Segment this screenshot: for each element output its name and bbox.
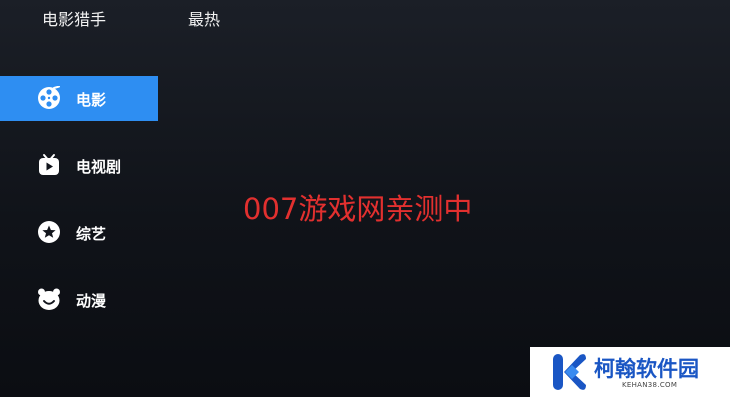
sidebar-item-variety[interactable]: 综艺 xyxy=(0,210,158,255)
logo-url: KEHAN38.COM xyxy=(622,381,678,389)
tv-icon xyxy=(37,153,61,177)
film-reel-icon xyxy=(37,86,61,110)
top-bar: 电影猎手 最热 xyxy=(0,0,730,34)
sidebar-item-tv-series[interactable]: 电视剧 xyxy=(0,143,158,188)
watermark-logo: 柯翰软件园 KEHAN38.COM xyxy=(530,347,730,397)
star-icon xyxy=(37,220,61,244)
sidebar-item-movies[interactable]: 电影 xyxy=(0,76,158,121)
sidebar-item-label: 电影 xyxy=(76,91,107,109)
sidebar-item-label: 综艺 xyxy=(76,225,107,243)
tab-hottest[interactable]: 最热 xyxy=(188,6,220,30)
sidebar-item-label: 电视剧 xyxy=(76,158,122,176)
logo-name: 柯翰软件园 xyxy=(594,357,699,381)
app-title: 电影猎手 xyxy=(42,10,107,29)
sidebar-item-anime[interactable]: 动漫 xyxy=(0,277,158,322)
bear-face-icon xyxy=(37,287,61,311)
logo-k-icon xyxy=(550,352,590,392)
sidebar-item-label: 动漫 xyxy=(76,292,107,310)
overlay-message: 007游戏网亲测中 xyxy=(243,192,473,226)
